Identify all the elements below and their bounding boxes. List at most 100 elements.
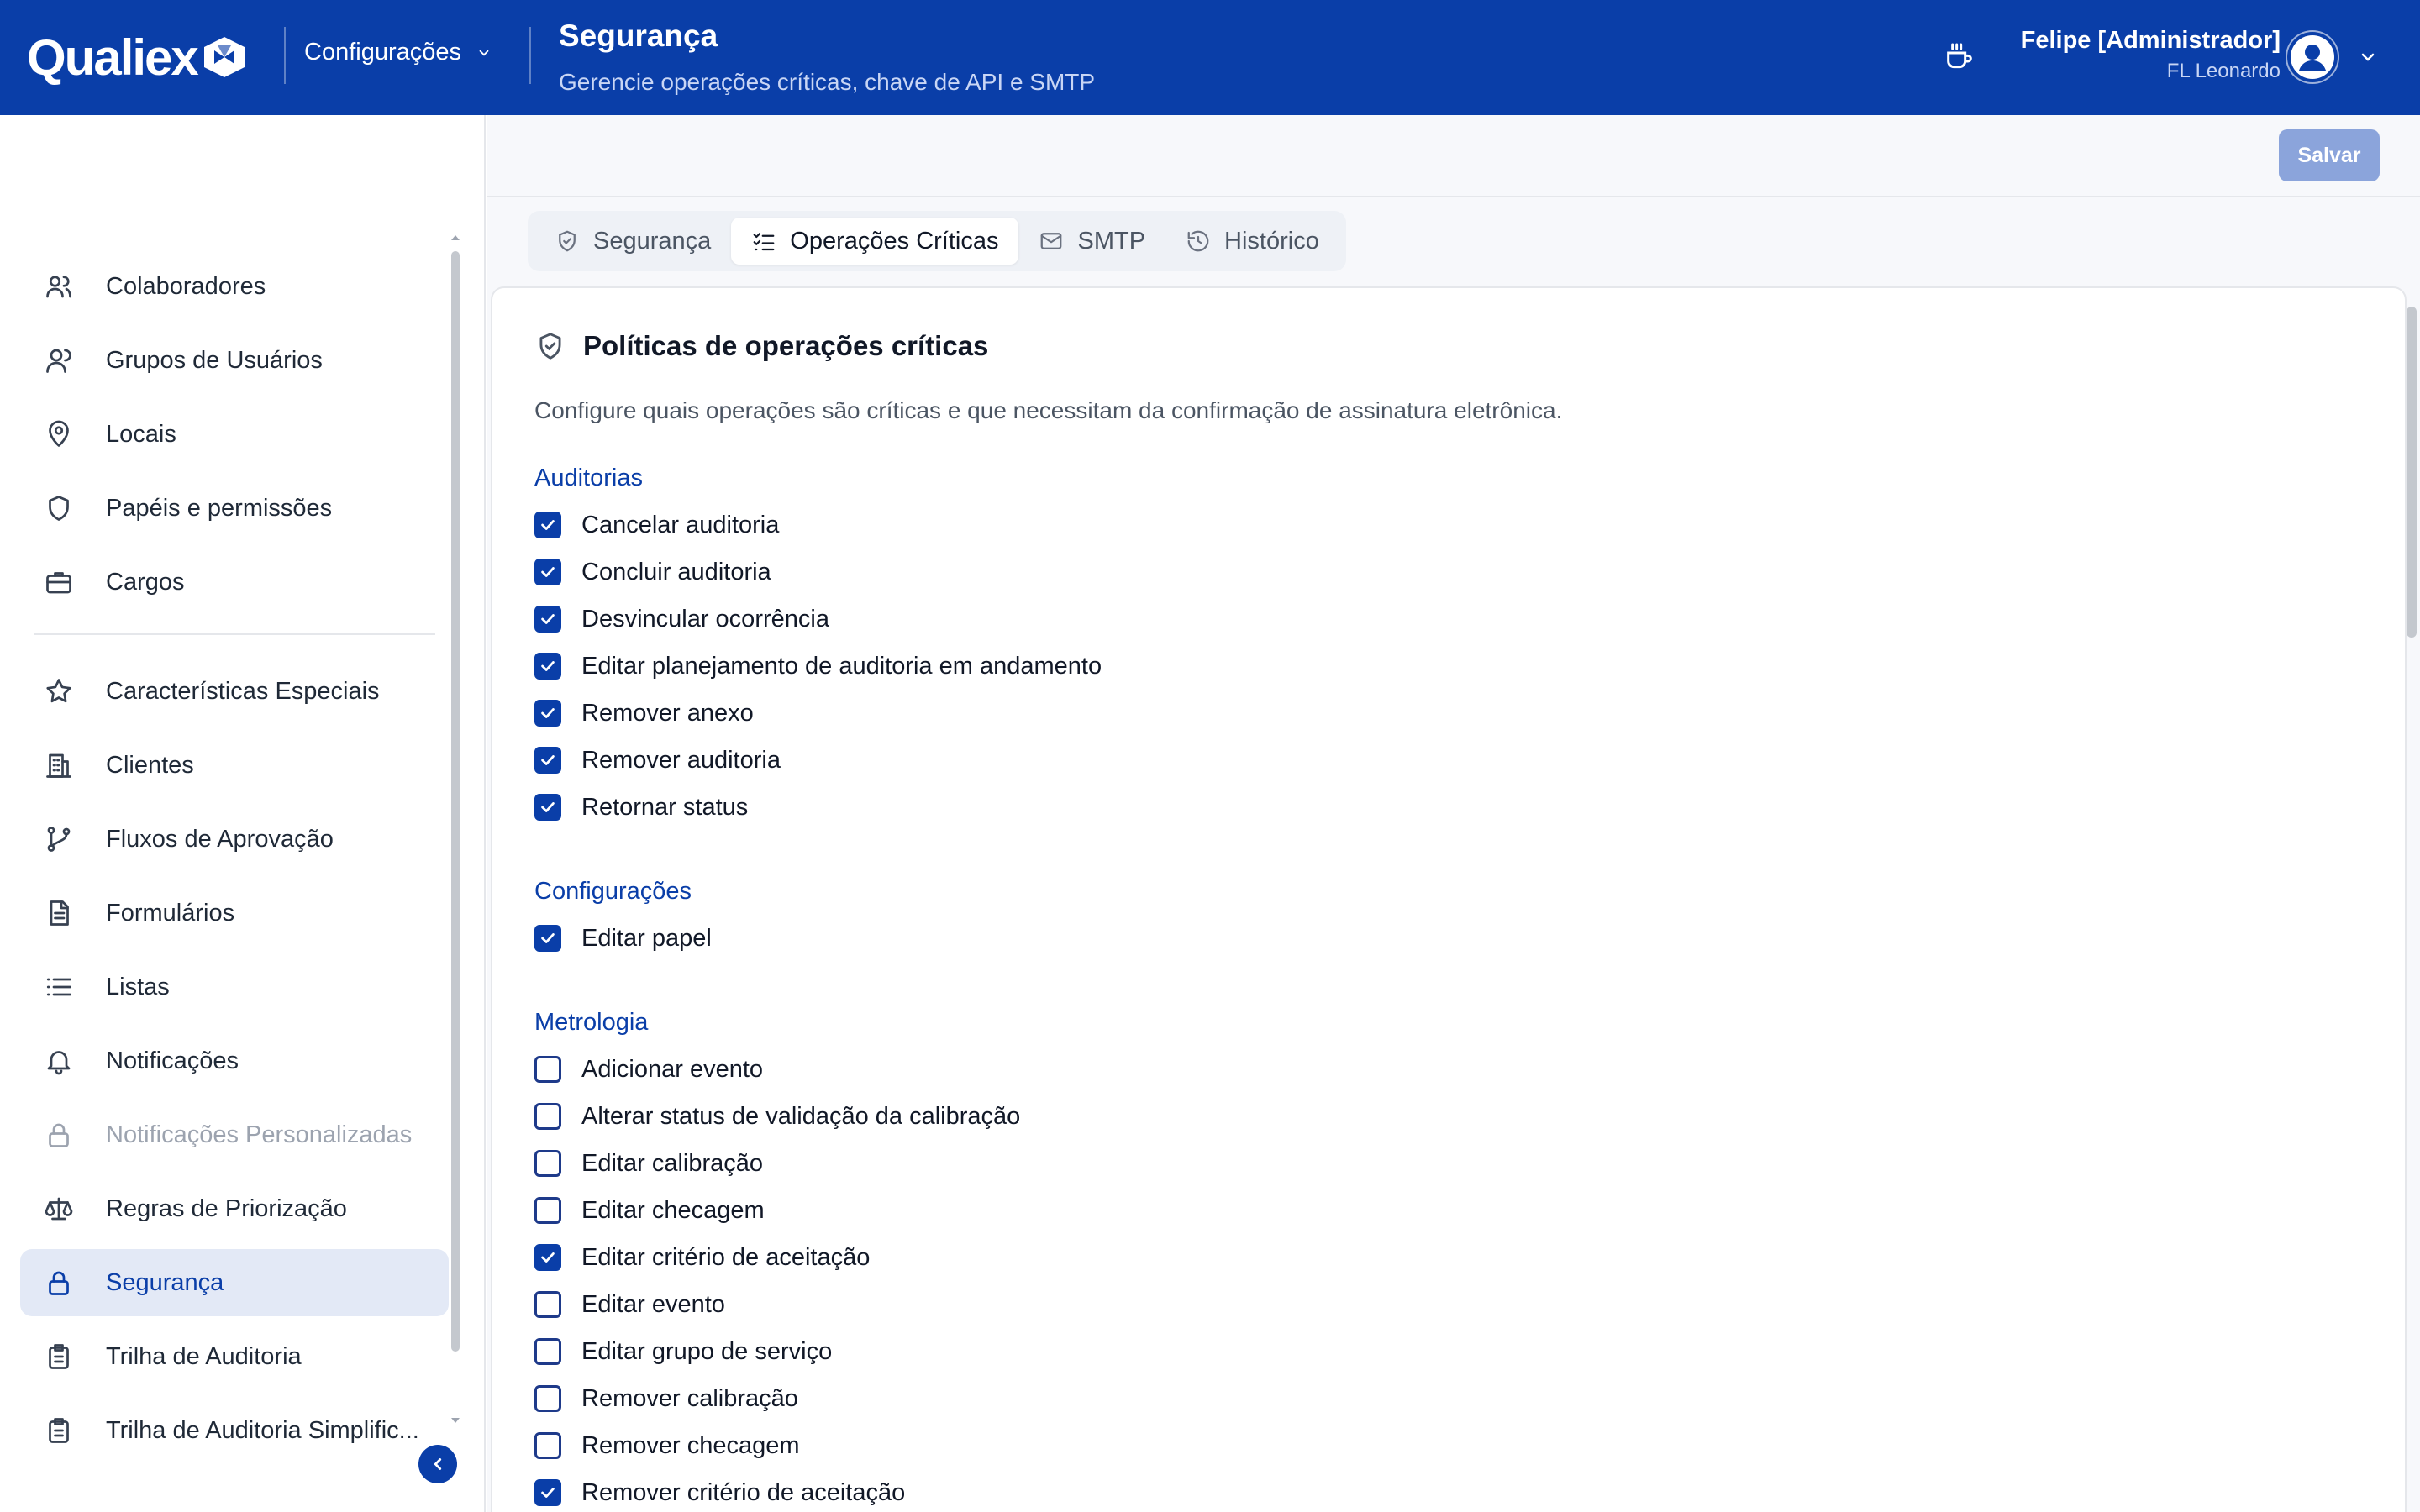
checkbox[interactable] [534,1244,561,1271]
main-scrollbar[interactable] [2407,307,2417,638]
sidebar-scrollbar[interactable] [451,251,460,1352]
operation-option[interactable]: Retornar status [534,790,748,824]
sidebar: Colaboradores Grupos de Usuários Locais Pap… [0,115,486,1512]
checkbox[interactable] [534,606,561,633]
chevron-down-icon [479,50,489,56]
sidebar-item-10[interactable]: Notificações [20,1027,449,1095]
sidebar-item-3[interactable]: Papéis e permissões [20,475,449,542]
operation-option[interactable]: Desvincular ocorrência [534,602,829,636]
checkbox[interactable] [534,1056,561,1083]
operation-option[interactable]: Remover anexo [534,696,754,730]
sidebar-item-8[interactable]: Formulários [20,879,449,947]
sidebar-item-label: Trilha de Auditoria [106,1342,302,1370]
checkbox[interactable] [534,700,561,727]
sidebar-item-label: Segurança [106,1268,224,1296]
sidebar-item-7[interactable]: Fluxos de Aprovação [20,806,449,873]
sidebar-item-4[interactable]: Cargos [20,549,449,616]
checkbox[interactable] [534,653,561,680]
tab-3[interactable]: Histórico [1165,218,1339,265]
building-icon [46,753,71,778]
save-button[interactable]: Salvar [2279,129,2380,181]
operation-option[interactable]: Alterar status de validação da calibraçã… [534,1100,1020,1133]
operation-option[interactable]: Cancelar auditoria [534,508,779,542]
scroll-up-icon[interactable] [450,233,461,243]
operation-option[interactable]: Remover critério de aceitação [534,1476,905,1509]
check-icon [541,1488,555,1498]
operation-option[interactable]: Editar papel [534,921,712,955]
operation-option[interactable]: Concluir auditoria [534,555,771,589]
operation-option[interactable]: Remover auditoria [534,743,781,777]
operation-option[interactable]: Editar planejamento de auditoria em anda… [534,649,1102,683]
checkbox[interactable] [534,1338,561,1365]
sidebar-item-label: Trilha de Auditoria Simplific... [106,1416,419,1444]
sidebar-item-15[interactable]: Trilha de Auditoria Simplific... [20,1397,449,1464]
checkbox[interactable] [534,925,561,952]
git-branch-icon [47,827,71,852]
check-icon [541,708,555,718]
option-label: Desvincular ocorrência [581,605,829,633]
sidebar-item-9[interactable]: Listas [20,953,449,1021]
checkbox[interactable] [534,1291,561,1318]
sidebar-item-6[interactable]: Clientes [20,732,449,799]
operation-option[interactable]: Remover checagem [534,1429,800,1462]
operation-option[interactable]: Editar grupo de serviço [534,1335,832,1368]
operation-option[interactable]: Adicionar evento [534,1053,763,1086]
toolbar: Salvar [487,115,2420,197]
check-icon [541,933,555,943]
operation-option[interactable]: Editar checagem [534,1194,765,1227]
module-selector[interactable]: Configurações [304,39,492,66]
sidebar-item-label: Características Especiais [106,677,380,705]
checkbox[interactable] [534,1103,561,1130]
sidebar-item-label: Papéis e permissões [106,494,333,522]
sidebar-item-label: Fluxos de Aprovação [106,825,334,853]
sidebar-item-13[interactable]: Segurança [20,1249,449,1316]
scale-icon [45,1197,73,1221]
scroll-down-icon[interactable] [450,1415,461,1425]
user-info[interactable]: Felipe [Administrador] FL Leonardo [2021,27,2281,83]
sidebar-item-2[interactable]: Locais [20,401,449,468]
checkbox[interactable] [534,747,561,774]
logo-text: Qualiex [27,29,199,86]
sidebar-item-label: Cargos [106,568,185,596]
coffee-icon[interactable] [1943,40,1976,74]
avatar[interactable] [2286,30,2339,84]
header-divider [529,27,531,84]
sidebar-item-1[interactable]: Grupos de Usuários [20,327,449,394]
option-label: Remover checagem [581,1431,800,1459]
tab-0[interactable]: Segurança [534,218,731,265]
check-icon [541,1252,555,1263]
tab-2[interactable]: SMTP [1018,218,1165,265]
checkbox[interactable] [534,1385,561,1412]
checkbox[interactable] [534,1479,561,1506]
chevron-down-icon[interactable] [2358,47,2378,67]
checkbox[interactable] [534,512,561,538]
tab-1[interactable]: Operações Críticas [731,218,1019,265]
sidebar-item-0[interactable]: Colaboradores [20,253,449,320]
sidebar-item-11[interactable]: Notificações Personalizadas [20,1101,449,1168]
header-divider [284,27,286,84]
shield-icon [49,496,69,521]
sidebar-item-14[interactable]: Trilha de Auditoria [20,1323,449,1390]
operation-option[interactable]: Editar evento [534,1288,725,1321]
checkbox[interactable] [534,559,561,585]
checkbox[interactable] [534,1150,561,1177]
operation-option[interactable]: Remover calibração [534,1382,798,1415]
lock-icon [49,1123,69,1147]
checkbox[interactable] [534,1197,561,1224]
card-title: Políticas de operações críticas [583,330,989,361]
sidebar-item-12[interactable]: Regras de Priorização [20,1175,449,1242]
operation-option[interactable]: Editar critério de aceitação [534,1241,870,1274]
qualiex-logo[interactable]: Qualiex [27,29,248,86]
sidebar-item-label: Formulários [106,899,235,927]
option-label: Remover critério de aceitação [581,1478,906,1506]
top-header: Qualiex Configurações Segurança Gerencie… [0,0,2420,115]
checkbox[interactable] [534,1432,561,1459]
option-label: Alterar status de validação da calibraçã… [581,1102,1021,1130]
section-title: Metrologia [534,1009,649,1036]
operation-option[interactable]: Editar calibração [534,1147,763,1180]
sidebar-item-label: Colaboradores [106,272,266,300]
user-avatar-icon [2291,35,2334,79]
sidebar-item-5[interactable]: Características Especiais [20,658,449,725]
checkbox[interactable] [534,794,561,821]
main-content: Salvar Segurança Operações Críticas SMTP Hi… [487,115,2420,1512]
